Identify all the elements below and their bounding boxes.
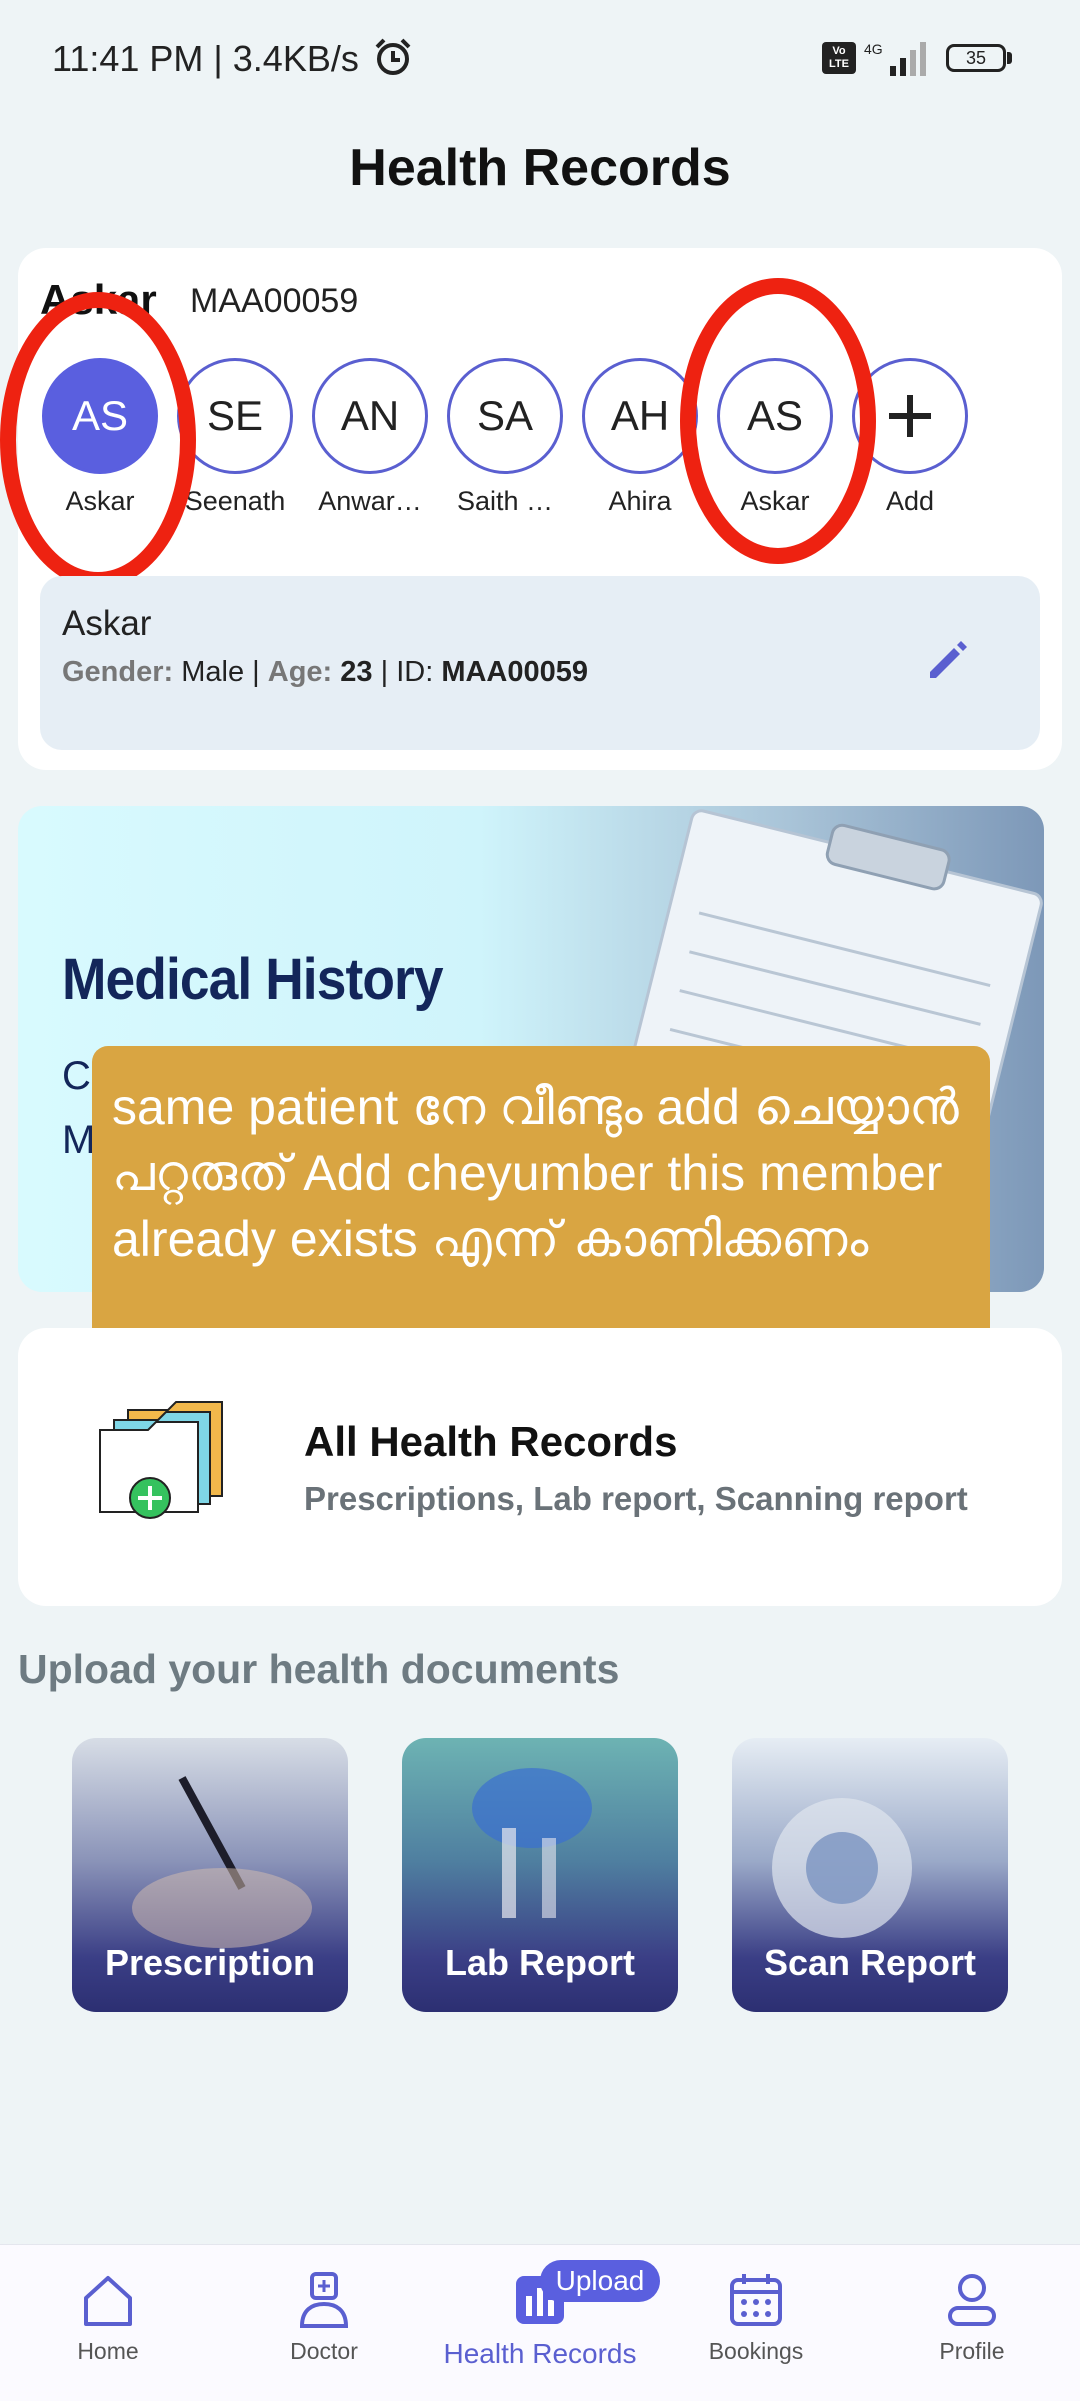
nav-home[interactable]: Home [28,2270,188,2365]
gender-value: Male [181,656,245,688]
prescription-label: Prescription [104,1942,316,1983]
nav-profile-label: Profile [939,2338,1005,2364]
records-title: All Health Records [304,1418,678,1465]
status-bar: 11:41 PM | 3.4KB/s Vo LTE 4G 35 [0,0,1080,100]
upload-badge[interactable]: Upload [540,2260,660,2302]
member-label: Add [885,486,935,516]
member-label: Saith … [456,486,554,516]
records-subtitle: Prescriptions, Lab report, Scanning repo… [304,1480,968,1517]
member-avatar: AN [312,358,428,474]
upload-heading: Upload your health documents [18,1646,620,1692]
scan-report-label: Scan Report [763,1942,977,1983]
member-saith[interactable]: SA Saith … [445,358,565,517]
banner-title: Medical History [62,947,444,1012]
separator: | [244,656,268,688]
lab-report-card[interactable]: Lab Report [402,1738,678,2012]
age-key: Age: [267,656,333,688]
member-label: Seenath [184,486,286,516]
id-key: ID: [396,656,434,688]
battery-tip [1007,52,1012,64]
patient-id: MAA00059 [190,282,359,320]
gender-key: Gender: [62,656,174,688]
page-title: Health Records [349,139,731,197]
svg-text:4G: 4G [864,41,883,57]
age-value: 23 [340,656,373,688]
profile-icon [948,2274,996,2326]
info-details: Gender: Male | Age: 23 | ID: MAA00059 [62,656,588,689]
nav-profile[interactable]: Profile [892,2270,1052,2365]
signal-icon: 4G [864,41,926,76]
member-avatar: SA [447,358,563,474]
member-label: Ahira [608,486,672,516]
alarm-icon [375,38,411,75]
nav-bookings-label: Bookings [708,2338,804,2364]
annotation-circle [680,278,876,564]
home-icon [84,2276,132,2326]
status-time: 11:41 PM | 3.4KB/s [52,38,359,79]
battery-level: 35 [946,44,1006,72]
annotation-circle [0,292,196,588]
lab-report-label: Lab Report [444,1942,635,1983]
pencil-edit-icon[interactable] [924,636,972,684]
scan-report-card[interactable]: Scan Report [732,1738,1008,2012]
folder-add-icon [99,1401,223,1519]
calendar-icon [730,2274,782,2326]
nav-bookings[interactable]: Bookings [676,2270,836,2365]
info-name: Askar [62,604,152,643]
annotation-note: same patient നേ വീണ്ടും add ചെയ്യാൻ പറ്റ… [92,1046,990,1354]
id-value: MAA00059 [441,656,589,688]
member-label: Anwar… [318,486,422,516]
member-anwar[interactable]: AN Anwar… [310,358,430,517]
nav-home-label: Home [77,2338,139,2364]
nav-health-records-label: Health Records [443,2338,637,2369]
battery-icon: 35 [946,44,1014,74]
nav-doctor-label: Doctor [290,2338,358,2364]
doctor-icon [299,2272,349,2328]
volte-icon: Vo LTE [822,42,856,74]
prescription-card[interactable]: Prescription [72,1738,348,2012]
separator: | [372,656,397,688]
nav-doctor[interactable]: Doctor [244,2270,404,2365]
